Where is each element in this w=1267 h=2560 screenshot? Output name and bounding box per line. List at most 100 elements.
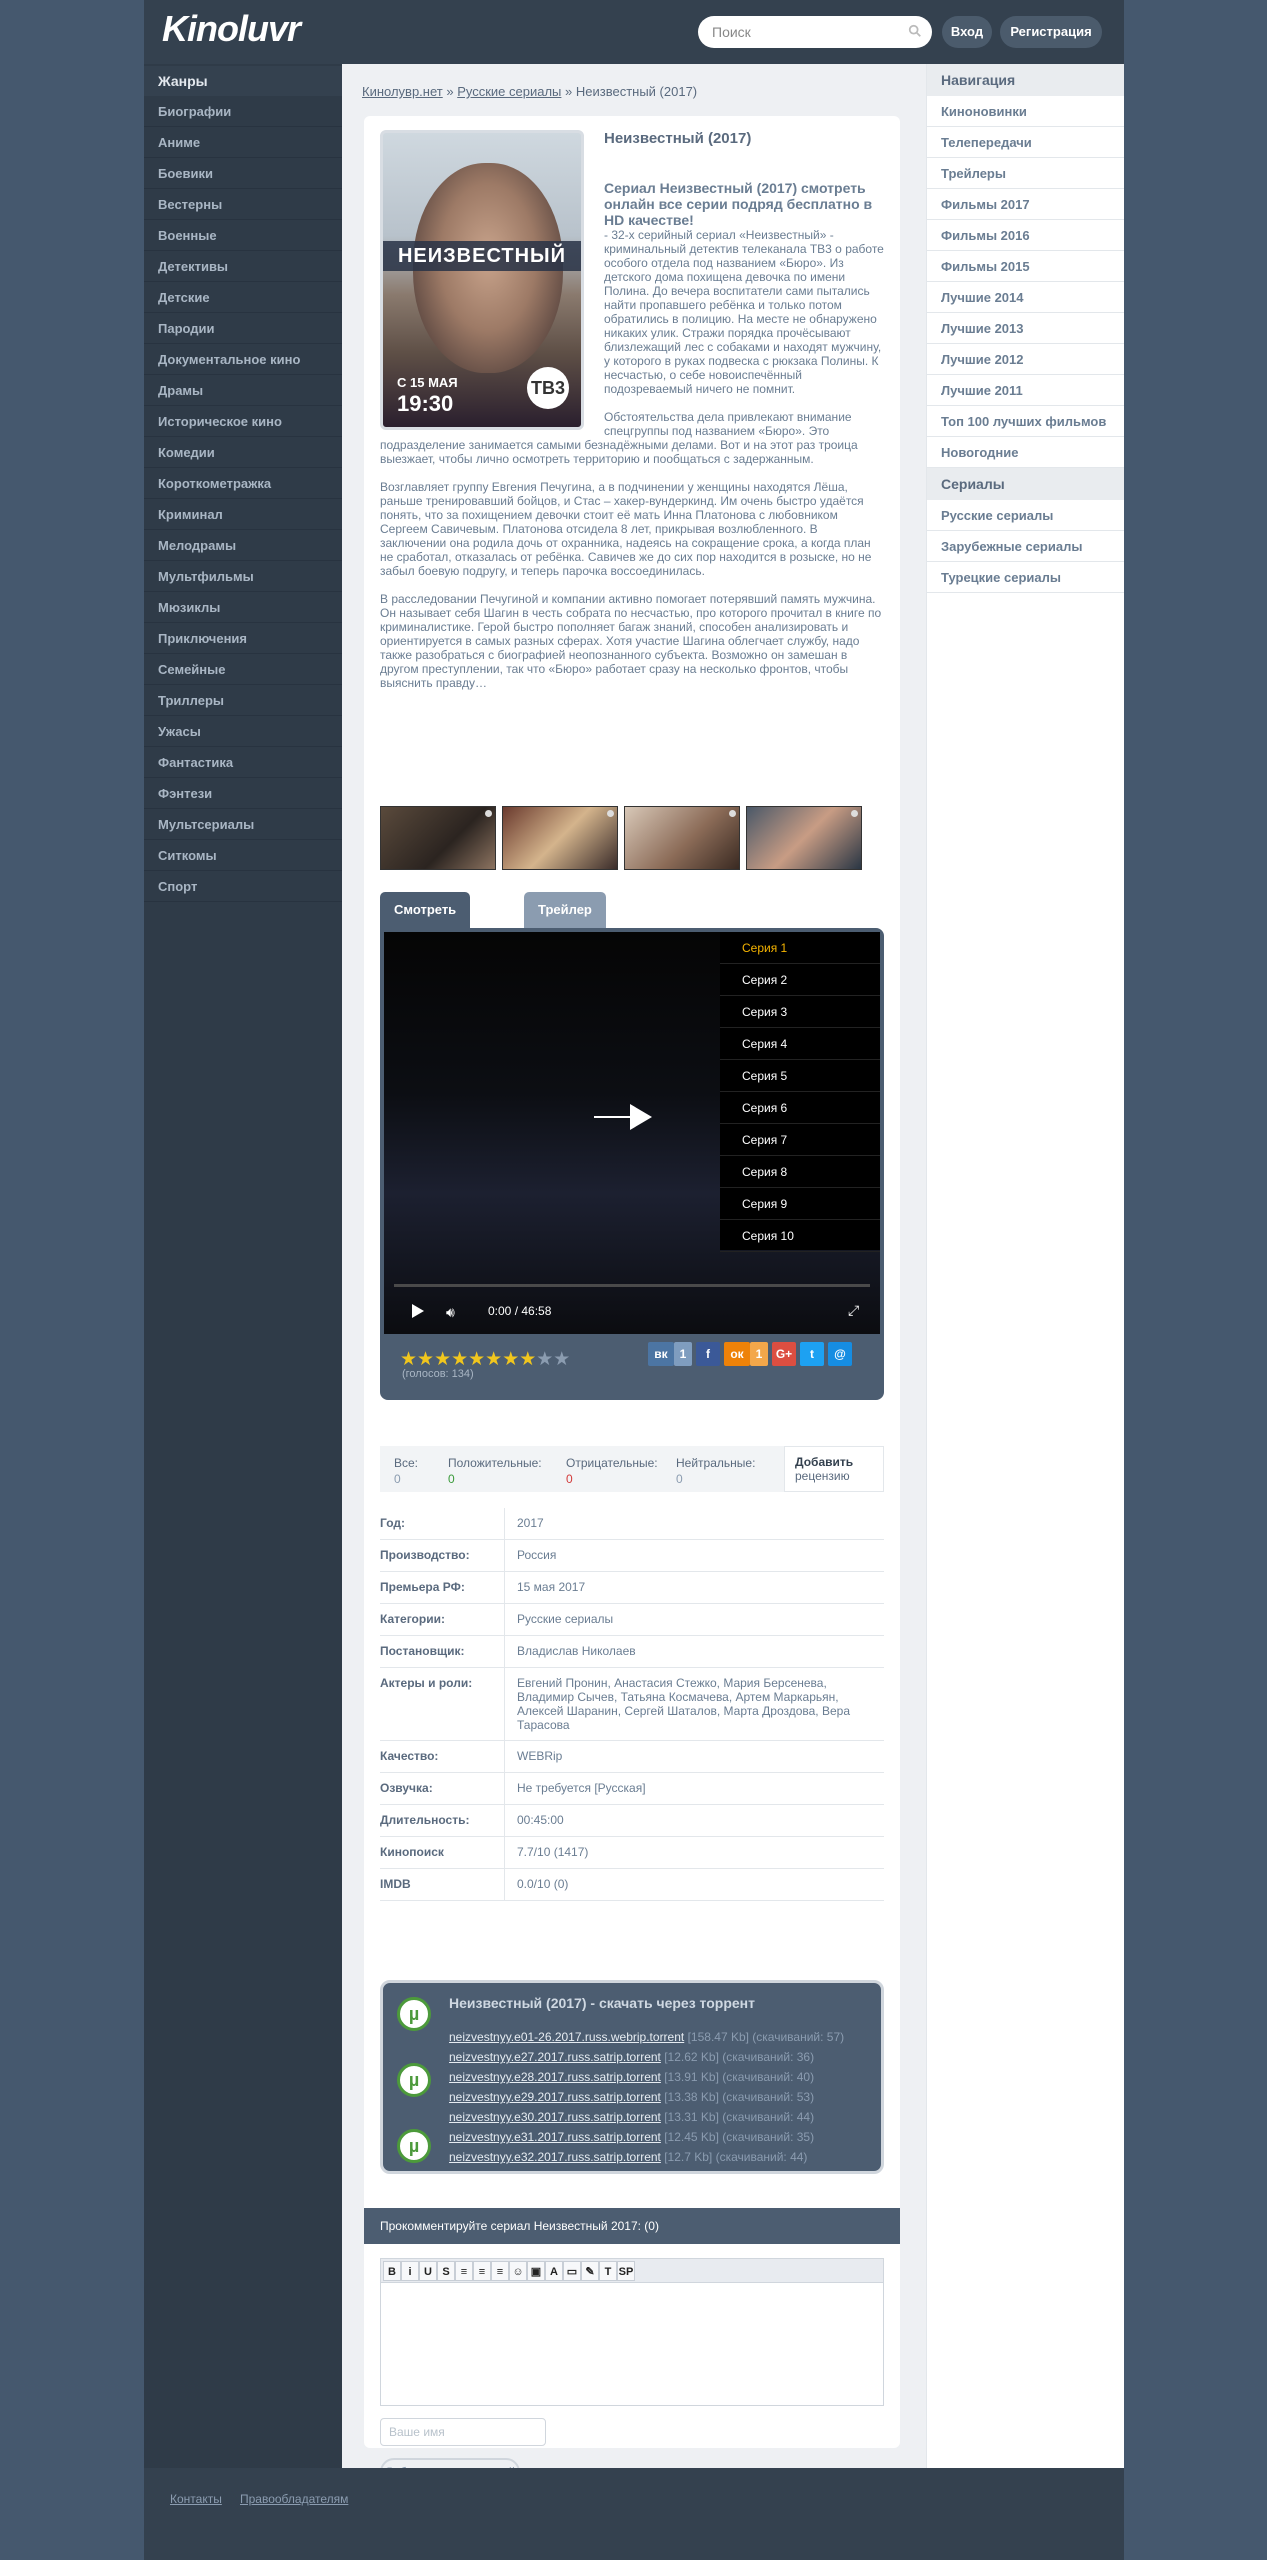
add-review-button[interactable]: Добавить рецензию [784, 1446, 884, 1492]
sidebar-genre-item[interactable]: Историческое кино [144, 406, 342, 437]
sidebar-genre-item[interactable]: Семейные [144, 654, 342, 685]
episode-item[interactable]: Серия 7 [720, 1124, 880, 1156]
nav-item[interactable]: Киноновинки [927, 96, 1124, 127]
screenshot-thumb[interactable] [502, 806, 618, 870]
twitter-share-icon[interactable]: t [800, 1342, 824, 1366]
sidebar-genre-item[interactable]: Аниме [144, 127, 342, 158]
fullscreen-icon[interactable]: ⤢ [848, 1302, 859, 1319]
sidebar-genre-item[interactable]: Ужасы [144, 716, 342, 747]
sidebar-genre-item[interactable]: Ситкомы [144, 840, 342, 871]
editor-tool-button[interactable]: SP [617, 2261, 635, 2281]
screenshot-thumb[interactable] [624, 806, 740, 870]
comment-editor[interactable]: Bi U S ≡ ≡ ≡ ☺ ▣ A ▭ ✎ T SP [380, 2258, 884, 2406]
sidebar-genre-item[interactable]: Мелодрамы [144, 530, 342, 561]
editor-tool-button[interactable]: ✎ [581, 2261, 599, 2281]
tab-trailer[interactable]: Трейлер [524, 892, 606, 928]
breadcrumb-category[interactable]: Русские сериалы [457, 84, 561, 99]
reviews-positive[interactable]: Положительные: 0 [448, 1456, 542, 1486]
sidebar-genre-item[interactable]: Мультсериалы [144, 809, 342, 840]
sidebar-genre-item[interactable]: Мюзиклы [144, 592, 342, 623]
sidebar-genre-item[interactable]: Комедии [144, 437, 342, 468]
mailru-share-icon[interactable]: @ [828, 1342, 852, 1366]
editor-tool-button[interactable]: T [599, 2261, 617, 2281]
tab-watch-online[interactable]: Смотреть онлайн [380, 892, 471, 953]
editor-tool-button[interactable]: S [437, 2261, 455, 2281]
facebook-share-icon[interactable]: f [696, 1342, 720, 1366]
search-input[interactable]: Поиск [698, 16, 932, 48]
editor-tool-button[interactable]: ☺ [509, 2261, 527, 2281]
sidebar-genre-item[interactable]: Биографии [144, 96, 342, 127]
footer-contacts-link[interactable]: Контакты [170, 2492, 222, 2506]
nav-item[interactable]: Фильмы 2015 [927, 251, 1124, 282]
episode-item[interactable]: Серия 3 [720, 996, 880, 1028]
footer-rights-link[interactable]: Правообладателям [240, 2492, 348, 2506]
editor-tool-button[interactable]: i [401, 2261, 419, 2281]
sidebar-genre-item[interactable]: Мультфильмы [144, 561, 342, 592]
editor-tool-button[interactable]: ▣ [527, 2261, 545, 2281]
sidebar-genre-item[interactable]: Фантастика [144, 747, 342, 778]
sidebar-genre-item[interactable]: Короткометражка [144, 468, 342, 499]
stars-filled[interactable]: ★★★★★★★★ [400, 1349, 536, 1370]
play-icon[interactable] [412, 1304, 424, 1318]
nav-item[interactable]: Топ 100 лучших фильмов [927, 406, 1124, 437]
editor-tool-button[interactable]: ≡ [473, 2261, 491, 2281]
nav-item[interactable]: Лучшие 2011 [927, 375, 1124, 406]
reviews-negative[interactable]: Отрицательные: 0 [566, 1456, 658, 1486]
sidebar-genre-item[interactable]: Документальное кино [144, 344, 342, 375]
torrent-file-link[interactable]: neizvestnyy.e28.2017.russ.satrip.torrent [449, 2070, 661, 2084]
login-button[interactable]: Вход [942, 16, 992, 48]
editor-tool-button[interactable]: ▭ [563, 2261, 581, 2281]
play-big-icon[interactable] [630, 1104, 652, 1130]
stars-empty[interactable]: ★★ [536, 1349, 570, 1370]
sidebar-genre-item[interactable]: Военные [144, 220, 342, 251]
nav-item[interactable]: Трейлеры [927, 158, 1124, 189]
nav-item[interactable]: Лучшие 2013 [927, 313, 1124, 344]
screenshot-thumb[interactable] [380, 806, 496, 870]
series-item[interactable]: Турецкие сериалы [927, 562, 1124, 593]
episode-item[interactable]: Серия 1 [720, 932, 880, 964]
torrent-file-link[interactable]: neizvestnyy.e32.2017.russ.satrip.torrent [449, 2150, 661, 2164]
episode-item[interactable]: Серия 8 [720, 1156, 880, 1188]
volume-icon[interactable]: 🔊︎ [446, 1304, 455, 1321]
nav-item[interactable]: Лучшие 2014 [927, 282, 1124, 313]
screenshot-thumb[interactable] [746, 806, 862, 870]
register-button[interactable]: Регистрация [1000, 16, 1102, 48]
torrent-file-link[interactable]: neizvestnyy.e30.2017.russ.satrip.torrent [449, 2110, 661, 2124]
nav-item[interactable]: Новогодние [927, 437, 1124, 468]
sidebar-genre-item[interactable]: Триллеры [144, 685, 342, 716]
progress-bar[interactable] [394, 1284, 870, 1287]
sidebar-genre-item[interactable]: Детективы [144, 251, 342, 282]
episode-item[interactable]: Серия 6 [720, 1092, 880, 1124]
editor-tool-button[interactable]: U [419, 2261, 437, 2281]
sidebar-genre-item[interactable]: Боевики [144, 158, 342, 189]
sidebar-genre-item[interactable]: Приключения [144, 623, 342, 654]
sidebar-genre-item[interactable]: Детские [144, 282, 342, 313]
nav-item[interactable]: Лучшие 2012 [927, 344, 1124, 375]
reviews-neutral[interactable]: Нейтральные: 0 [676, 1456, 755, 1486]
nav-item[interactable]: Фильмы 2017 [927, 189, 1124, 220]
google-plus-share-icon[interactable]: G+ [772, 1342, 796, 1366]
torrent-file-link[interactable]: neizvestnyy.e01-26.2017.russ.webrip.torr… [449, 2030, 684, 2044]
reviews-all[interactable]: Все: 0 [394, 1456, 418, 1486]
editor-tool-button[interactable]: ≡ [491, 2261, 509, 2281]
editor-tool-button[interactable]: A [545, 2261, 563, 2281]
breadcrumb-home[interactable]: Кинолувр.нет [362, 84, 443, 99]
sidebar-genre-item[interactable]: Пародии [144, 313, 342, 344]
sidebar-genre-item[interactable]: Вестерны [144, 189, 342, 220]
torrent-file-link[interactable]: neizvestnyy.e27.2017.russ.satrip.torrent [449, 2050, 661, 2064]
vk-share-icon[interactable]: вк [648, 1342, 674, 1366]
sidebar-genre-item[interactable]: Криминал [144, 499, 342, 530]
ok-share-icon[interactable]: ок [724, 1342, 750, 1366]
episode-item[interactable]: Серия 9 [720, 1188, 880, 1220]
series-item[interactable]: Зарубежные сериалы [927, 531, 1124, 562]
video-screen[interactable]: Серия 1 Серия 2 Серия 3 Серия 4 Серия 5 Серия… [384, 932, 880, 1334]
search-icon[interactable] [908, 24, 922, 38]
editor-tool-button[interactable]: B [383, 2261, 401, 2281]
episode-item[interactable]: Серия 4 [720, 1028, 880, 1060]
sidebar-genre-item[interactable]: Драмы [144, 375, 342, 406]
nav-item[interactable]: Телепередачи [927, 127, 1124, 158]
sidebar-genre-item[interactable]: Фэнтези [144, 778, 342, 809]
name-input[interactable]: Ваше имя [380, 2418, 546, 2446]
sidebar-genre-item[interactable]: Спорт [144, 871, 342, 902]
torrent-file-link[interactable]: neizvestnyy.e29.2017.russ.satrip.torrent [449, 2090, 661, 2104]
